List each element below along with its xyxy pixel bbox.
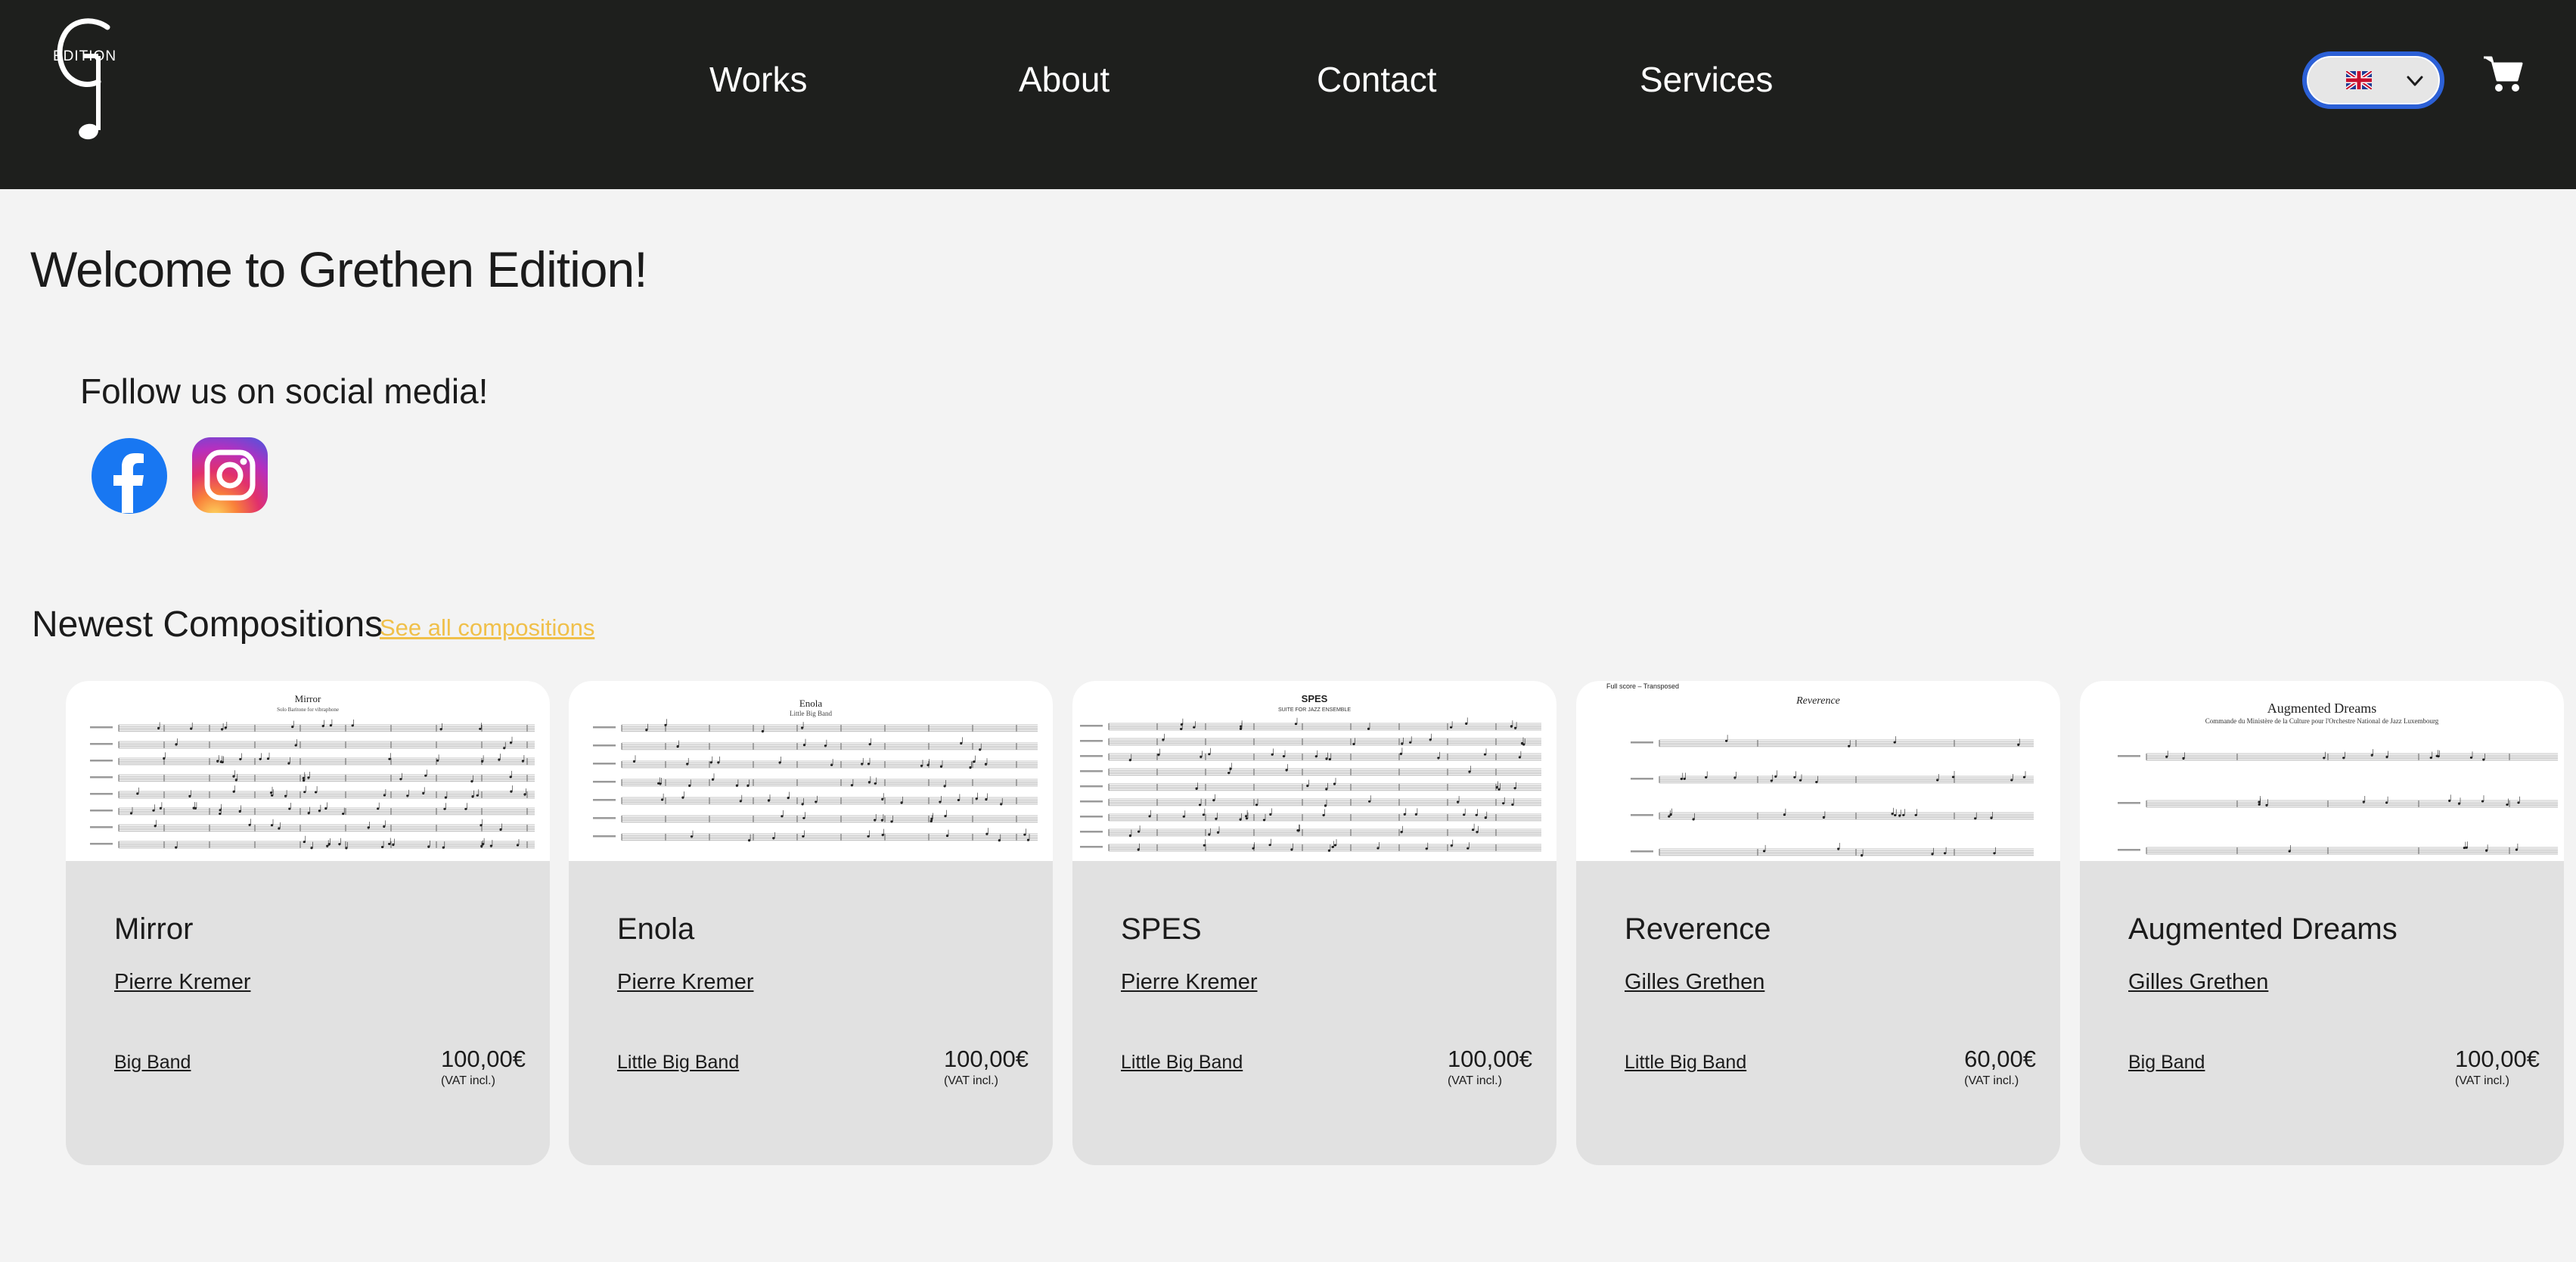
newest-compositions-heading: Newest Compositions: [32, 605, 383, 645]
score-thumbnail: SPES SUITE FOR JAZZ ENSEMBLE: [1072, 681, 1556, 861]
price-value: 100,00€: [440, 1046, 526, 1072]
card-composer-link[interactable]: Pierre Kremer: [1121, 970, 1258, 995]
vat-note: (VAT incl.): [943, 1074, 998, 1087]
nav-services[interactable]: Services: [1640, 53, 1773, 106]
composition-card[interactable]: Augmented Dreams Commande du Ministère d…: [2080, 681, 2564, 1165]
staff-lines: [593, 719, 1038, 842]
card-price: 100,00€ (VAT incl.): [1448, 1046, 1532, 1088]
composition-card[interactable]: SPES SUITE FOR JAZZ ENSEMBLE SPES Pierre…: [1072, 681, 1556, 1165]
composition-card[interactable]: Enola Little Big Band Enola Pierre Kreme…: [569, 681, 1053, 1165]
uk-flag-icon: [2346, 71, 2372, 89]
card-composer-link[interactable]: Gilles Grethen: [2128, 970, 2268, 995]
see-all-compositions-link[interactable]: See all compositions: [380, 614, 594, 642]
card-ensemble-link[interactable]: Big Band: [2128, 1052, 2205, 1074]
price-value: 100,00€: [943, 1046, 1029, 1072]
svg-text:Augmented Dreams: Augmented Dreams: [2267, 701, 2376, 716]
vat-note: (VAT incl.): [1964, 1074, 2019, 1087]
composition-card[interactable]: Mirror Solo Baritone for vibraphone Mirr…: [66, 681, 550, 1165]
price-value: 100,00€: [1447, 1046, 1532, 1072]
card-price: 100,00€ (VAT incl.): [2455, 1046, 2540, 1088]
score-thumbnail: Enola Little Big Band: [569, 681, 1053, 861]
vat-note: (VAT incl.): [1447, 1074, 1502, 1087]
card-title: SPES: [1121, 912, 1202, 946]
card-ensemble-link[interactable]: Big Band: [114, 1052, 191, 1074]
nav-contact[interactable]: Contact: [1317, 53, 1437, 106]
svg-text:Reverence: Reverence: [1795, 695, 1840, 707]
nav-about[interactable]: About: [1019, 53, 1110, 106]
svg-text:Enola: Enola: [799, 698, 823, 709]
nav-works[interactable]: Works: [709, 53, 808, 106]
vat-note: (VAT incl.): [2454, 1074, 2509, 1087]
instagram-icon[interactable]: [192, 437, 268, 513]
svg-text:Full score – Transposed: Full score – Transposed: [1606, 682, 1679, 690]
card-composer-link[interactable]: Gilles Grethen: [1625, 970, 1764, 995]
card-ensemble-link[interactable]: Little Big Band: [1121, 1052, 1243, 1074]
logo-text: EDITION: [53, 48, 116, 64]
svg-text:Little Big Band: Little Big Band: [790, 710, 832, 717]
composition-card[interactable]: Full score – Transposed Reverence Revere…: [1576, 681, 2060, 1165]
card-title: Augmented Dreams: [2128, 912, 2398, 946]
svg-text:Mirror: Mirror: [295, 693, 321, 704]
top-navigation-bar: EDITION Works About Contact Services: [0, 0, 2576, 189]
cart-icon[interactable]: [2482, 53, 2525, 95]
card-title: Mirror: [114, 912, 194, 946]
card-ensemble-link[interactable]: Little Big Band: [617, 1052, 739, 1074]
social-heading: Follow us on social media!: [80, 371, 489, 411]
price-value: 60,00€: [1964, 1046, 2036, 1072]
score-thumbnail: Mirror Solo Baritone for vibraphone: [66, 681, 550, 861]
vat-note: (VAT incl.): [440, 1074, 495, 1087]
card-price: 100,00€ (VAT incl.): [441, 1046, 526, 1088]
card-price: 100,00€ (VAT incl.): [944, 1046, 1029, 1088]
staff-lines: [90, 719, 535, 850]
chevron-down-icon: [2407, 76, 2423, 86]
card-ensemble-link[interactable]: Little Big Band: [1625, 1052, 1746, 1074]
svg-text:Commande du Ministère de la Cu: Commande du Ministère de la Culture pour…: [2205, 717, 2439, 725]
welcome-heading: Welcome to Grethen Edition!: [30, 241, 648, 297]
card-composer-link[interactable]: Pierre Kremer: [114, 970, 251, 995]
svg-text:Solo Baritone for vibraphone: Solo Baritone for vibraphone: [277, 707, 339, 713]
score-thumbnail: Full score – Transposed Reverence: [1576, 681, 2060, 861]
svg-text:SPES: SPES: [1302, 693, 1328, 704]
price-value: 100,00€: [2454, 1046, 2540, 1072]
staff-lines: [1080, 717, 1541, 852]
card-title: Reverence: [1625, 912, 1771, 946]
card-composer-link[interactable]: Pierre Kremer: [617, 970, 754, 995]
grethen-edition-logo[interactable]: EDITION: [53, 17, 129, 142]
score-thumbnail: Augmented Dreams Commande du Ministère d…: [2080, 681, 2564, 861]
staff-lines: [1631, 735, 2034, 857]
card-price: 60,00€ (VAT incl.): [1964, 1046, 2036, 1088]
language-select[interactable]: [2302, 51, 2444, 109]
card-title: Enola: [617, 912, 695, 946]
staff-lines: [2118, 749, 2558, 855]
svg-text:SUITE FOR JAZZ ENSEMBLE: SUITE FOR JAZZ ENSEMBLE: [1278, 707, 1351, 713]
facebook-icon[interactable]: [91, 437, 168, 514]
